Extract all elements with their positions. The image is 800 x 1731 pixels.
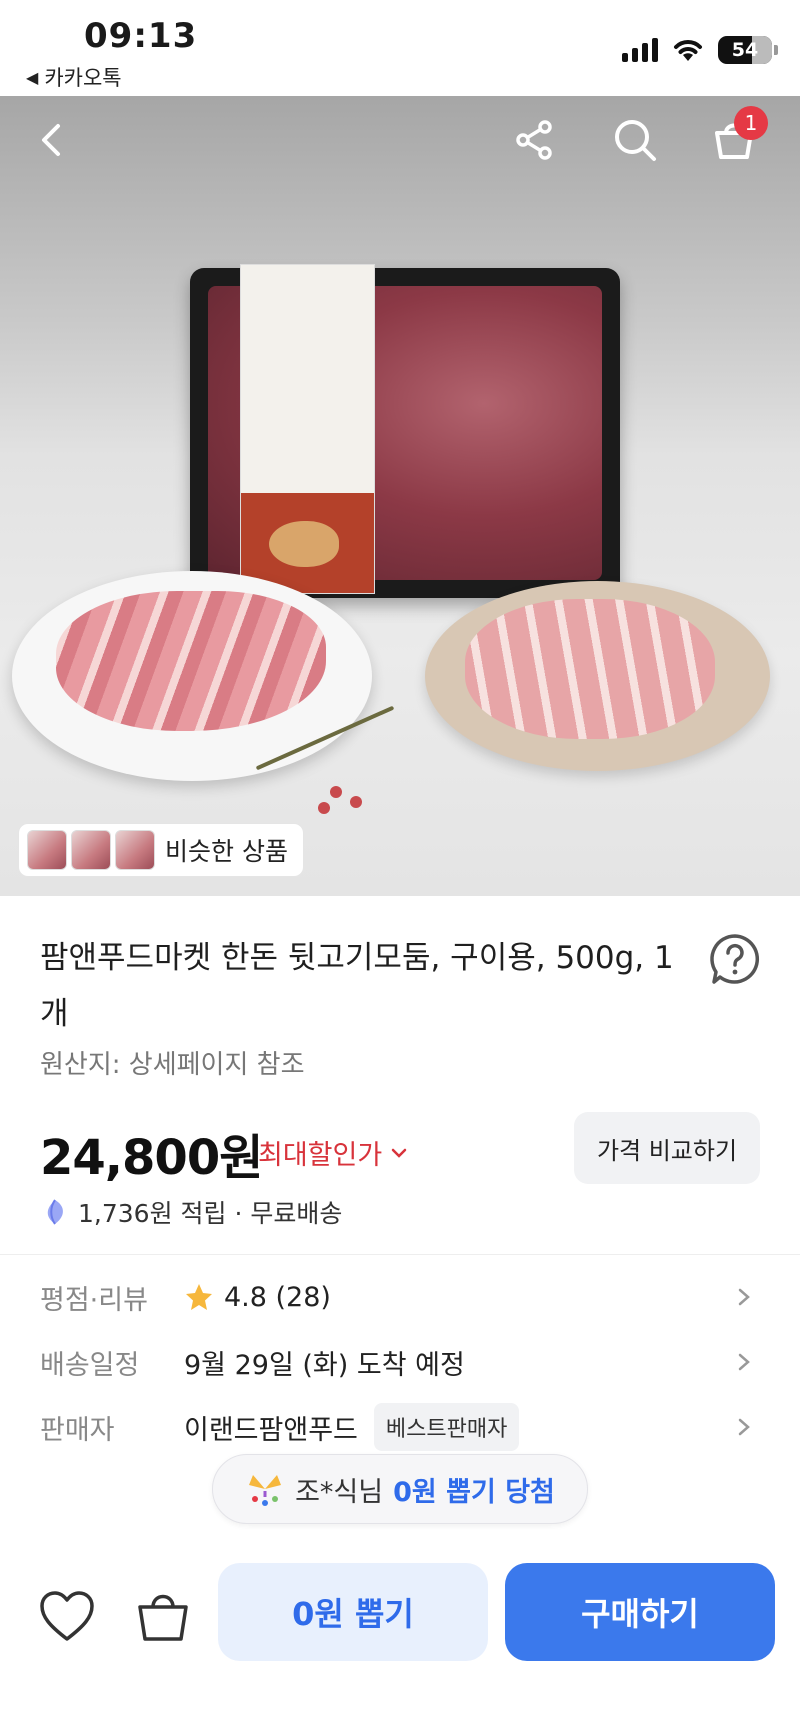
plate-right [425,581,770,771]
chevron-down-icon [391,1148,407,1158]
search-icon [615,120,656,161]
rating-value: 4.8 (28) [224,1281,331,1313]
similar-thumb-2 [71,830,111,870]
zero-won-draw-button[interactable]: 0원 뽑기 [218,1563,488,1661]
cart-count-badge: 1 [734,106,768,140]
cellular-signal-icon [622,38,658,62]
winner-highlight: 0원 뽑기 당첨 [393,1476,555,1508]
max-discount-toggle[interactable]: 최대할인가 [258,1133,408,1172]
rating-review-row[interactable]: 평점·리뷰 4.8 (28) [0,1267,800,1327]
divider [0,1254,800,1255]
status-bar: 09:13 ◀ 카카오톡 54 [0,0,800,96]
points-text: 1,736원 적립 · 무료배송 [78,1199,343,1228]
search-button[interactable] [603,108,667,172]
back-button[interactable] [20,108,84,172]
best-seller-badge: 베스트판매자 [373,1403,520,1451]
back-icon [42,124,60,156]
chevron-right-icon [738,1418,750,1436]
price-compare-button[interactable]: 가격 비교하기 [574,1112,760,1184]
heart-icon [40,1591,94,1641]
max-discount-label: 최대할인가 [258,1140,383,1171]
back-to-app-link[interactable]: ◀ 카카오톡 [26,62,122,92]
delivery-key: 배송일정 [40,1349,140,1381]
rating-key: 평점·리뷰 [40,1284,148,1316]
battery-level: 54 [731,39,759,61]
delivery-row[interactable]: 배송일정 9월 29일 (화) 도착 예정 [0,1332,800,1392]
seller-name: 이랜드팜앤푸드 [184,1414,358,1446]
points-icon [47,1199,63,1225]
buy-button[interactable]: 구매하기 [505,1563,775,1661]
package-label [240,264,375,594]
plate-left [12,571,372,781]
chevron-right-icon [738,1288,750,1306]
shopping-bag-icon [138,1594,188,1641]
add-to-cart-button[interactable] [132,1585,194,1647]
delivery-value: 9월 29일 (화) 도착 예정 [184,1349,465,1381]
battery-icon: 54 [718,36,772,64]
status-icons: 54 [622,36,778,64]
draw-winner-banner[interactable]: 조*식님 0원 뽑기 당첨 [212,1454,588,1524]
wifi-icon [674,40,702,61]
similar-thumb-1 [27,830,67,870]
cart-button[interactable]: 1 [702,106,768,172]
winner-name: 조*식님 [295,1476,384,1508]
similar-products-button[interactable]: 비슷한 상품 [18,823,304,877]
share-button[interactable] [503,108,567,172]
back-app-label: 카카오톡 [44,66,122,90]
confetti-icon [249,1475,282,1506]
product-title: 팜앤푸드마켓 한돈 뒷고기모둠, 구이용, 500g, 1개 [40,940,674,1032]
question-chat-icon [710,934,760,984]
origin-text: 원산지: 상세페이지 참조 [40,1050,305,1080]
wishlist-button[interactable] [36,1585,98,1647]
bottom-action-bar: 0원 뽑기 구매하기 [0,1545,800,1731]
seller-row[interactable]: 판매자 이랜드팜앤푸드 베스트판매자 [0,1397,800,1457]
similar-products-label: 비슷한 상품 [165,837,288,866]
seller-key: 판매자 [40,1414,115,1446]
similar-thumb-3 [115,830,155,870]
share-icon [516,120,552,160]
points-shipping: 1,736원 적립 · 무료배송 [40,1194,342,1230]
product-image[interactable]: 1 비슷한 상품 [0,96,800,896]
inquiry-button[interactable] [708,932,762,986]
chevron-right-icon [738,1353,750,1371]
price: 24,800원 [40,1130,263,1186]
star-icon [186,1284,212,1310]
status-time: 09:13 [84,16,198,56]
back-triangle-icon: ◀ [26,67,39,87]
